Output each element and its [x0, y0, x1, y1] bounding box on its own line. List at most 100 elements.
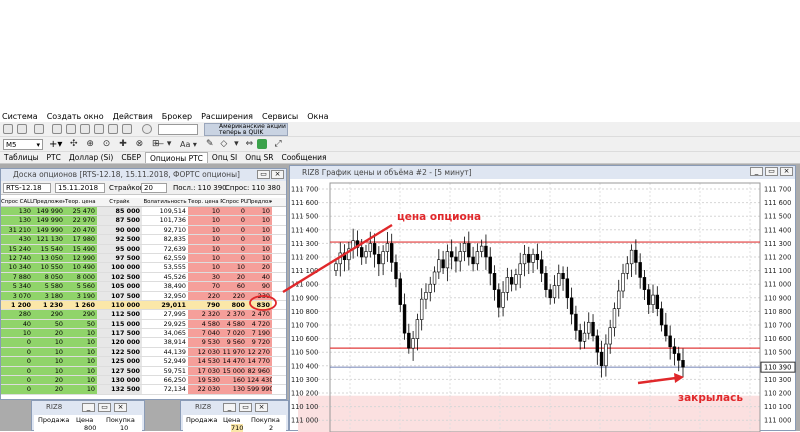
- portfolio-icon[interactable]: [80, 124, 90, 134]
- grid-row[interactable]: 31 210 149 990 20 470 90 000 92,710 10 0 10: [1, 225, 286, 236]
- minimize-button[interactable]: _: [223, 403, 236, 412]
- grid-row[interactable]: 280 290 290 112 500 27,995 2 320 2 370 2 470: [1, 310, 286, 320]
- grid-cell: 790: [188, 300, 222, 310]
- quotes-icon[interactable]: [66, 124, 76, 134]
- plus-icon[interactable]: +▾: [49, 138, 62, 151]
- grid-cell: 0: [1, 338, 33, 347]
- grid-cell: 130: [1, 216, 33, 225]
- grid-row[interactable]: 15 240 15 540 15 490 95 000 72,639 10 0 10: [1, 244, 286, 254]
- text-tool-icon[interactable]: Aa ▾: [180, 138, 197, 151]
- tab-0[interactable]: Таблицы: [0, 152, 43, 163]
- price-header: Цена: [223, 416, 241, 424]
- grid-row[interactable]: 0 20 10 130 000 66,250 19 530 160 124 430: [1, 376, 286, 386]
- news-icon[interactable]: [108, 124, 118, 134]
- close-button[interactable]: ×: [271, 170, 284, 179]
- menu-item[interactable]: Сервисы: [262, 112, 298, 121]
- minimize-button[interactable]: _: [82, 403, 95, 412]
- grid-cell: 10: [247, 244, 272, 253]
- banner[interactable]: Американские акции теперь в QUIK: [204, 123, 288, 136]
- calc-icon[interactable]: [122, 124, 132, 134]
- tab-1[interactable]: РТС: [43, 152, 65, 163]
- tab-7[interactable]: Сообщения: [277, 152, 330, 163]
- grid-cell: 12 990: [65, 253, 97, 263]
- grid-row[interactable]: 0 10 10 127 500 59,751 17 030 15 000 82 960: [1, 366, 286, 377]
- close-button[interactable]: ×: [255, 403, 268, 412]
- tab-2[interactable]: Доллар (Si): [65, 152, 117, 163]
- y-tick-label-left: 110 500: [291, 349, 318, 357]
- interval-select[interactable]: M5 ▾: [3, 139, 43, 150]
- grid-cell: 32,950: [163, 291, 186, 300]
- candle-body: [595, 335, 600, 353]
- grid-row[interactable]: 0 20 10 132 500 72,134 22 030 130 599 990: [1, 385, 286, 395]
- tab-5[interactable]: Опц SI: [208, 152, 241, 163]
- grid-cell: 70: [188, 282, 222, 291]
- minimize-button[interactable]: _: [750, 167, 763, 176]
- grid-row[interactable]: 10 20 10 117 500 34,065 7 040 7 020 7 190: [1, 329, 286, 339]
- grid-row[interactable]: 0 10 10 120 000 38,914 9 530 9 560 9 720: [1, 338, 286, 348]
- search-input[interactable]: [158, 124, 198, 135]
- menu-item[interactable]: Окна: [307, 112, 328, 121]
- tab-6[interactable]: Опц SR: [241, 152, 277, 163]
- candle-body: [484, 245, 488, 258]
- grid-row[interactable]: 3 070 3 180 3 190 107 500 32,950 220 220 230: [1, 291, 286, 301]
- table-icon[interactable]: [34, 124, 44, 134]
- grid-cell: 14 470: [222, 357, 247, 366]
- grid-row[interactable]: 0 10 10 125 000 52,949 14 530 14 470 14 770: [1, 357, 286, 367]
- menu-item[interactable]: Брокер: [162, 112, 192, 121]
- tab-3[interactable]: СБЕР: [117, 152, 145, 163]
- grid-cell: 66,250: [163, 376, 186, 385]
- candle-body: [608, 327, 612, 345]
- chart-icon[interactable]: [94, 124, 104, 134]
- candle-body: [617, 290, 621, 309]
- y-tick-label-left: 111 600: [291, 199, 318, 207]
- y-tick-label-left: 111 000: [291, 281, 318, 289]
- grid-cell: 90 000: [97, 225, 142, 235]
- candle-body: [548, 289, 552, 299]
- search-icon[interactable]: [142, 124, 152, 134]
- close-button[interactable]: ×: [114, 403, 127, 412]
- strikes-select[interactable]: 20: [141, 183, 167, 193]
- restore-button[interactable]: ▭: [765, 167, 778, 176]
- menu-item[interactable]: Система: [2, 112, 38, 121]
- order-icon[interactable]: [52, 124, 62, 134]
- grid-row[interactable]: 130 149 990 25 470 85 000 109,514 10 0 10: [1, 207, 286, 217]
- grid-row[interactable]: 430 121 130 17 980 92 500 82,835 10 0 10: [1, 235, 286, 245]
- grid-cell: 8 000: [65, 272, 97, 282]
- y-tick-label-left: 110 100: [291, 403, 318, 411]
- line-tool-icon[interactable]: — ▾: [155, 138, 171, 151]
- grid-row[interactable]: 130 149 990 22 970 87 500 101,736 10 0 10: [1, 216, 286, 226]
- grid-row[interactable]: 7 880 8 050 8 000 102 500 45,526 30 20 40: [1, 272, 286, 283]
- grid-row[interactable]: 0 10 10 122 500 44,139 12 030 11 970 12 270: [1, 347, 286, 358]
- grid-row[interactable]: 10 340 10 550 10 490 100 000 53,555 10 10 20: [1, 263, 286, 273]
- date-select[interactable]: 15.11.2018: [55, 183, 105, 193]
- series-select[interactable]: RTS-12.18: [3, 183, 51, 193]
- restore-button[interactable]: ▭: [98, 403, 111, 412]
- connect-icon[interactable]: [17, 124, 27, 134]
- new-icon[interactable]: [3, 124, 13, 134]
- candle-body: [407, 332, 411, 349]
- green-icon[interactable]: [257, 139, 267, 149]
- candle-body: [398, 278, 402, 305]
- grid-row[interactable]: 40 50 50 115 000 29,925 4 580 4 580 4 720: [1, 319, 286, 330]
- grid-row[interactable]: 12 740 13 050 12 990 97 500 62,559 10 0 10: [1, 253, 286, 264]
- menu-item[interactable]: Действия: [113, 112, 153, 121]
- candle-body: [591, 321, 595, 337]
- menu-item[interactable]: Расширения: [201, 112, 253, 121]
- grid-row[interactable]: 5 340 5 580 5 560 105 000 38,490 70 60 90: [1, 282, 286, 292]
- candle-body: [338, 252, 342, 265]
- restore-button[interactable]: ▭: [257, 170, 270, 179]
- candle-body: [385, 243, 390, 252]
- grid-cell: 5 340: [1, 282, 33, 291]
- sell-header: Продажа: [38, 416, 70, 424]
- restore-button[interactable]: ▭: [239, 403, 252, 412]
- candle-body: [419, 298, 424, 320]
- draw-tools-icons[interactable]: ✎ ◇ ▾ ⇔ ⇑ ⤢: [206, 138, 284, 151]
- grid-cell: 10: [188, 263, 222, 272]
- nav-icons[interactable]: ✣ ⊕ ⊙ ✚ ⊗ ⊞: [70, 138, 163, 151]
- tab-4[interactable]: Опционы РТС: [144, 152, 208, 163]
- grid-row[interactable]: 1 200 1 230 1 260 110 000 29,011 790 800 830: [1, 300, 286, 311]
- grid-cell: 10: [33, 338, 65, 347]
- menu-item[interactable]: Создать окно: [47, 112, 104, 121]
- grid-cell: 97 500: [97, 253, 142, 263]
- close-button[interactable]: ×: [780, 167, 793, 176]
